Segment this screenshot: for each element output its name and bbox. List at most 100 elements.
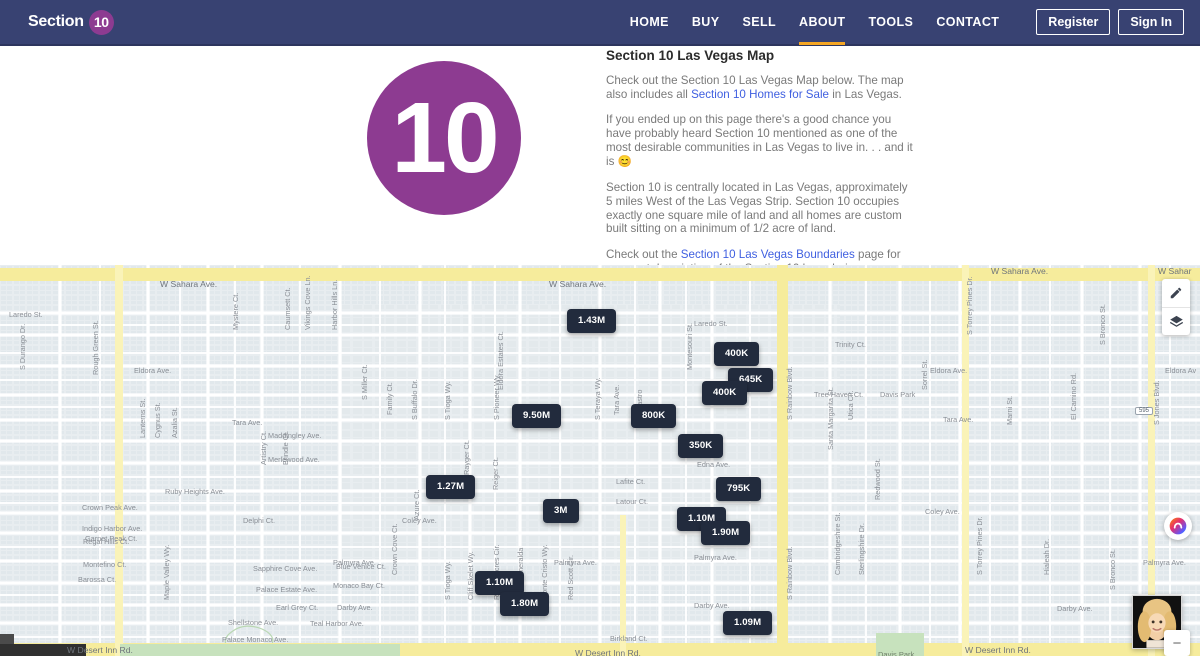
street-label: Sapphire Cove Ave. xyxy=(253,564,318,573)
price-pin[interactable]: 1.43M xyxy=(567,309,617,333)
price-pin[interactable]: 9.50M xyxy=(512,404,562,428)
intro-section: 10 Section 10 Las Vegas Map Check out th… xyxy=(0,46,1200,275)
street-label-vertical: S Bronco St. xyxy=(1098,304,1107,345)
signin-button[interactable]: Sign In xyxy=(1118,9,1184,35)
pencil-icon xyxy=(1170,287,1182,299)
street-label-vertical: Utica Cir. xyxy=(846,390,855,420)
road-s-durango-dr xyxy=(115,265,123,656)
street-label: Edna Ave. xyxy=(697,460,731,469)
street-label-vertical: Sorrel St. xyxy=(920,359,929,390)
register-button[interactable]: Register xyxy=(1036,9,1111,35)
street-label-vertical: Red Scott Cir. xyxy=(566,554,575,600)
street-label-vertical: Reiger Ct. xyxy=(491,457,500,490)
price-pin[interactable]: 1.27M xyxy=(426,475,476,499)
street-label: Indigo Harbor Ave. xyxy=(82,524,143,533)
street-label: Montefino Ct. xyxy=(83,560,127,569)
street-label: W Desert Inn Rd. xyxy=(575,648,641,656)
street-label-vertical: El Camino Rd. xyxy=(1069,372,1078,420)
street-label: Lafite Ct. xyxy=(616,477,646,486)
price-pin[interactable]: 800K xyxy=(631,404,677,428)
street-label: Trinity Ct. xyxy=(835,340,866,349)
map-canvas[interactable]: 595 W Sahara Ave. W Sahara Ave. W Sahara A… xyxy=(0,265,1200,656)
street-label-vertical: S Pioneer Wy. xyxy=(492,373,501,420)
price-pin[interactable]: 795K xyxy=(716,477,762,501)
p1-text-after: in Las Vegas. xyxy=(829,87,902,101)
street-label-vertical: Caumsett Ct. xyxy=(283,287,292,330)
price-pin[interactable]: 1.09M xyxy=(723,611,773,635)
street-label: Palmyra Ave. xyxy=(694,553,737,562)
zoom-controls: − xyxy=(1164,630,1190,656)
street-label-vertical: Montesouri St. xyxy=(685,322,694,370)
layers-button[interactable] xyxy=(1162,307,1190,335)
chat-widget-button[interactable] xyxy=(1164,512,1192,540)
street-label: Tara Ave. xyxy=(943,415,974,424)
street-label-vertical: S Torrey Pines Dr. xyxy=(975,516,984,575)
street-label-vertical: Mystere Ct. xyxy=(231,292,240,330)
site-header: Section 10 HOME BUY SELL ABOUT TOOLS CON… xyxy=(0,0,1200,46)
price-pin[interactable]: 3M xyxy=(543,499,579,523)
street-label: W Sahara Ave. xyxy=(549,279,607,289)
street-label: Coley Ave. xyxy=(925,507,960,516)
street-label-vertical: Cygnus St. xyxy=(153,402,162,438)
nav-item-tools[interactable]: TOOLS xyxy=(868,0,913,45)
street-label-vertical: S Jones Blvd. xyxy=(1152,380,1161,425)
street-label-vertical: Hialeah Dr. xyxy=(1042,538,1051,575)
smiley-icon: 😊 xyxy=(617,155,632,168)
price-pin[interactable]: 1.90M xyxy=(701,521,751,545)
street-label-vertical: Maple Valley Wy. xyxy=(162,544,171,600)
street-label-vertical: Crown Cove Ct. xyxy=(390,523,399,576)
street-label: Merlewood Ave. xyxy=(268,455,320,464)
street-label: Earl Grey Ct. xyxy=(276,603,319,612)
street-label: W Sahara Ave. xyxy=(991,266,1049,276)
boundaries-link[interactable]: Section 10 Las Vegas Boundaries xyxy=(681,248,855,261)
price-pin[interactable]: 400K xyxy=(714,342,760,366)
intro-paragraph-2: If you ended up on this page there's a g… xyxy=(606,113,916,169)
site-logo[interactable]: Section 10 xyxy=(28,9,114,35)
nav-item-sell[interactable]: SELL xyxy=(742,0,776,45)
nav-item-home[interactable]: HOME xyxy=(630,0,669,45)
logo-text: Section xyxy=(28,13,84,30)
main-navigation: HOME BUY SELL ABOUT TOOLS CONTACT Regist… xyxy=(630,0,1200,45)
nav-item-contact[interactable]: CONTACT xyxy=(936,0,999,45)
auth-buttons: Register Sign In xyxy=(1036,9,1184,35)
homes-for-sale-link[interactable]: Section 10 Homes for Sale xyxy=(691,88,829,101)
street-label: Darby Ave. xyxy=(694,601,730,610)
section-10-number: 10 xyxy=(391,82,499,194)
street-label-vertical: Cliff Skelet Wy. xyxy=(466,551,475,600)
street-label: W Desert Inn Rd. xyxy=(965,645,1031,655)
street-label-vertical: Azure Ct. xyxy=(412,489,421,520)
street-label: W Desert Inn Rd. xyxy=(67,645,133,655)
zoom-out-button[interactable]: − xyxy=(1164,630,1190,656)
price-pin[interactable]: 350K xyxy=(678,434,724,458)
street-label: Delphi Ct. xyxy=(243,516,276,525)
davis-park-label: Davis Park xyxy=(878,650,915,656)
draw-tool-button[interactable] xyxy=(1162,279,1190,307)
street-label-vertical: Harbor Hills Ln. xyxy=(330,279,339,330)
price-pin[interactable]: 1.80M xyxy=(500,592,550,616)
page-title: Section 10 Las Vegas Map xyxy=(606,48,775,63)
street-label: Tara Ave. xyxy=(232,418,263,427)
street-label-vertical: Family Ct. xyxy=(385,382,394,415)
street-label-vertical: S Tioga Wy. xyxy=(443,561,452,600)
street-label: Latour Ct. xyxy=(616,497,649,506)
street-label-vertical: S Rainbow Blvd. xyxy=(785,366,794,420)
street-label-vertical: S Tioga Wy. xyxy=(443,381,452,420)
nav-item-about[interactable]: ABOUT xyxy=(799,0,846,45)
price-pin[interactable]: 400K xyxy=(702,381,748,405)
street-label-vertical: Vikings Cove Ln. xyxy=(303,275,312,330)
street-label: Regal Hills Ct. xyxy=(83,537,130,546)
street-label: Palmyra Ave. xyxy=(554,558,597,567)
street-label-vertical: Tara Ave. xyxy=(612,384,621,415)
street-label: Maddingley Ave. xyxy=(268,431,322,440)
street-label-vertical: Marni St. xyxy=(1005,395,1014,425)
street-label-vertical: S Durango Dr. xyxy=(18,323,27,370)
logo-badge: 10 xyxy=(88,9,114,35)
section-10-badge: 10 xyxy=(367,61,521,215)
street-label: Barossa Ct. xyxy=(78,575,117,584)
street-label: Palmyra Ave. xyxy=(333,558,376,567)
map-tool-controls xyxy=(1162,279,1190,335)
nav-item-buy[interactable]: BUY xyxy=(692,0,720,45)
street-label: Eldora Ave. xyxy=(930,366,968,375)
street-label: Shellstone Ave. xyxy=(228,618,279,627)
street-label: Teal Harbor Ave. xyxy=(310,619,364,628)
